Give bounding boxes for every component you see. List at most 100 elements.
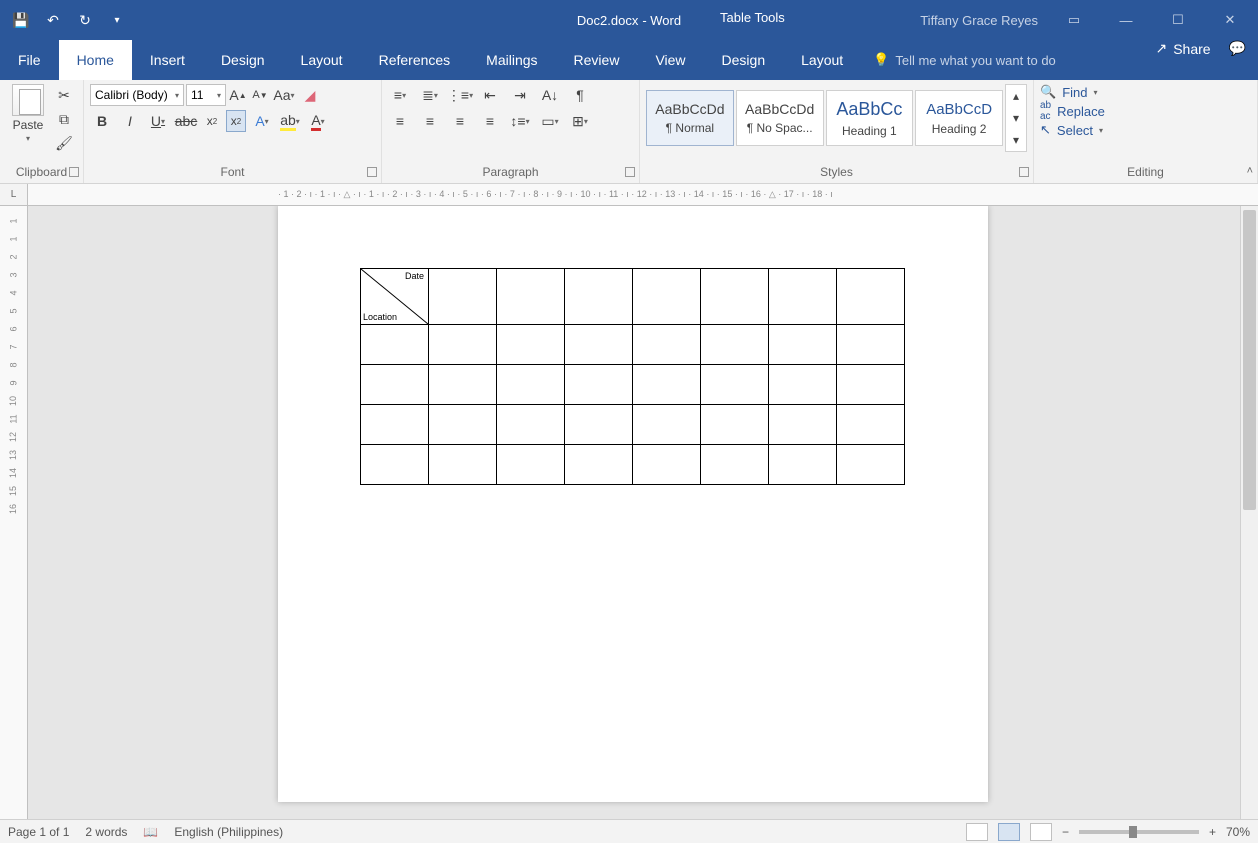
table-cell[interactable]: [565, 405, 633, 445]
table-cell[interactable]: [497, 269, 565, 325]
table-row[interactable]: [361, 405, 905, 445]
ruler-corner[interactable]: L: [0, 184, 28, 206]
table-cell[interactable]: [837, 445, 905, 485]
cut-button[interactable]: ✂: [52, 84, 76, 106]
styles-scroll-down[interactable]: ▾: [1006, 107, 1026, 129]
styles-more[interactable]: ▾: [1006, 129, 1026, 151]
font-size-combo[interactable]: 11▾: [186, 84, 226, 106]
table-cell[interactable]: [701, 325, 769, 365]
tab-table-design[interactable]: Design: [704, 40, 784, 80]
tab-design[interactable]: Design: [203, 40, 283, 80]
table-cell[interactable]: [769, 365, 837, 405]
paragraph-dialog-launcher[interactable]: [625, 167, 635, 177]
align-left-button[interactable]: ≡: [388, 110, 412, 132]
zoom-out-button[interactable]: −: [1062, 825, 1069, 839]
bullets-button[interactable]: ≡▾: [388, 84, 412, 106]
table-cell[interactable]: [565, 365, 633, 405]
subscript-button[interactable]: x2: [202, 110, 222, 132]
table-cell[interactable]: [837, 325, 905, 365]
save-button[interactable]: 💾: [8, 7, 34, 33]
multilevel-list-button[interactable]: ⋮≡▾: [448, 84, 472, 106]
scrollbar-thumb[interactable]: [1243, 210, 1256, 510]
tab-insert[interactable]: Insert: [132, 40, 203, 80]
select-button[interactable]: ↖Select ▾: [1040, 122, 1251, 138]
bold-button[interactable]: B: [90, 110, 114, 132]
language[interactable]: English (Philippines): [174, 825, 283, 839]
numbering-button[interactable]: ≣▾: [418, 84, 442, 106]
change-case-button[interactable]: Aa▾: [272, 84, 296, 106]
font-dialog-launcher[interactable]: [367, 167, 377, 177]
table-cell[interactable]: [497, 405, 565, 445]
align-center-button[interactable]: ≡: [418, 110, 442, 132]
document-viewport[interactable]: DateLocation: [28, 206, 1258, 819]
table-cell[interactable]: [361, 365, 429, 405]
spell-check-icon[interactable]: 📖: [143, 825, 158, 839]
font-name-combo[interactable]: Calibri (Body)▾: [90, 84, 184, 106]
page[interactable]: DateLocation: [278, 206, 988, 802]
web-layout-button[interactable]: [1030, 823, 1052, 841]
table-cell[interactable]: [361, 445, 429, 485]
table-row[interactable]: DateLocation: [361, 269, 905, 325]
table-row[interactable]: [361, 365, 905, 405]
table-cell[interactable]: [701, 365, 769, 405]
comments-button[interactable]: 💬: [1229, 40, 1246, 57]
tell-me-search[interactable]: 💡 Tell me what you want to do: [873, 40, 1056, 80]
table-row[interactable]: [361, 325, 905, 365]
tab-mailings[interactable]: Mailings: [468, 40, 555, 80]
table-cell[interactable]: [837, 365, 905, 405]
align-right-button[interactable]: ≡: [448, 110, 472, 132]
table-cell[interactable]: [429, 365, 497, 405]
table-cell[interactable]: [633, 325, 701, 365]
redo-button[interactable]: ↻: [72, 7, 98, 33]
table-cell[interactable]: [565, 269, 633, 325]
tab-view[interactable]: View: [637, 40, 703, 80]
highlight-button[interactable]: ab▾: [278, 110, 302, 132]
line-spacing-button[interactable]: ↕≡▾: [508, 110, 532, 132]
table-cell[interactable]: [633, 445, 701, 485]
table-cell[interactable]: [361, 405, 429, 445]
grow-font-button[interactable]: A▲: [228, 84, 248, 106]
clipboard-dialog-launcher[interactable]: [69, 167, 79, 177]
ribbon-display-options[interactable]: ▭: [1058, 7, 1090, 33]
table-cell[interactable]: [769, 445, 837, 485]
table-row[interactable]: [361, 445, 905, 485]
table-cell[interactable]: [565, 445, 633, 485]
underline-button[interactable]: U▾: [146, 110, 170, 132]
paste-button[interactable]: Paste ▾: [6, 84, 50, 143]
zoom-slider[interactable]: [1079, 830, 1199, 834]
increase-indent-button[interactable]: ⇥: [508, 84, 532, 106]
document-table[interactable]: DateLocation: [360, 268, 905, 485]
tab-layout[interactable]: Layout: [283, 40, 361, 80]
maximize-button[interactable]: ☐: [1162, 7, 1194, 33]
shading-button[interactable]: ▭▾: [538, 110, 562, 132]
horizontal-ruler[interactable]: · 1 · 2 · ı · 1 · ı · △ · ı · 1 · ı · 2 …: [28, 184, 1258, 206]
vertical-ruler[interactable]: 112345678910111213141516: [0, 206, 28, 819]
font-color-button[interactable]: A▾: [306, 110, 330, 132]
table-cell[interactable]: [701, 405, 769, 445]
clear-formatting-button[interactable]: ◢: [298, 84, 322, 106]
table-cell[interactable]: [429, 445, 497, 485]
undo-button[interactable]: ↶: [40, 7, 66, 33]
table-cell[interactable]: [769, 405, 837, 445]
decrease-indent-button[interactable]: ⇤: [478, 84, 502, 106]
find-button[interactable]: 🔍Find ▾: [1040, 84, 1251, 100]
text-effects-button[interactable]: A▾: [250, 110, 274, 132]
qat-customize[interactable]: ▾: [104, 7, 130, 33]
style-no-spacing[interactable]: AaBbCcDd ¶ No Spac...: [736, 90, 824, 146]
format-painter-button[interactable]: 🖌: [52, 132, 76, 154]
style-heading-1[interactable]: AaBbCc Heading 1: [826, 90, 914, 146]
zoom-slider-thumb[interactable]: [1129, 826, 1137, 838]
table-cell[interactable]: [497, 365, 565, 405]
table-cell[interactable]: [701, 445, 769, 485]
table-cell[interactable]: [633, 365, 701, 405]
word-count[interactable]: 2 words: [85, 825, 127, 839]
table-cell[interactable]: [701, 269, 769, 325]
table-cell[interactable]: [429, 325, 497, 365]
tab-file[interactable]: File: [0, 40, 59, 80]
share-button[interactable]: ↗ Share: [1155, 40, 1210, 57]
copy-button[interactable]: ⧉: [52, 108, 76, 130]
print-layout-button[interactable]: [998, 823, 1020, 841]
italic-button[interactable]: I: [118, 110, 142, 132]
tab-home[interactable]: Home: [59, 40, 132, 80]
zoom-level[interactable]: 70%: [1226, 825, 1250, 839]
